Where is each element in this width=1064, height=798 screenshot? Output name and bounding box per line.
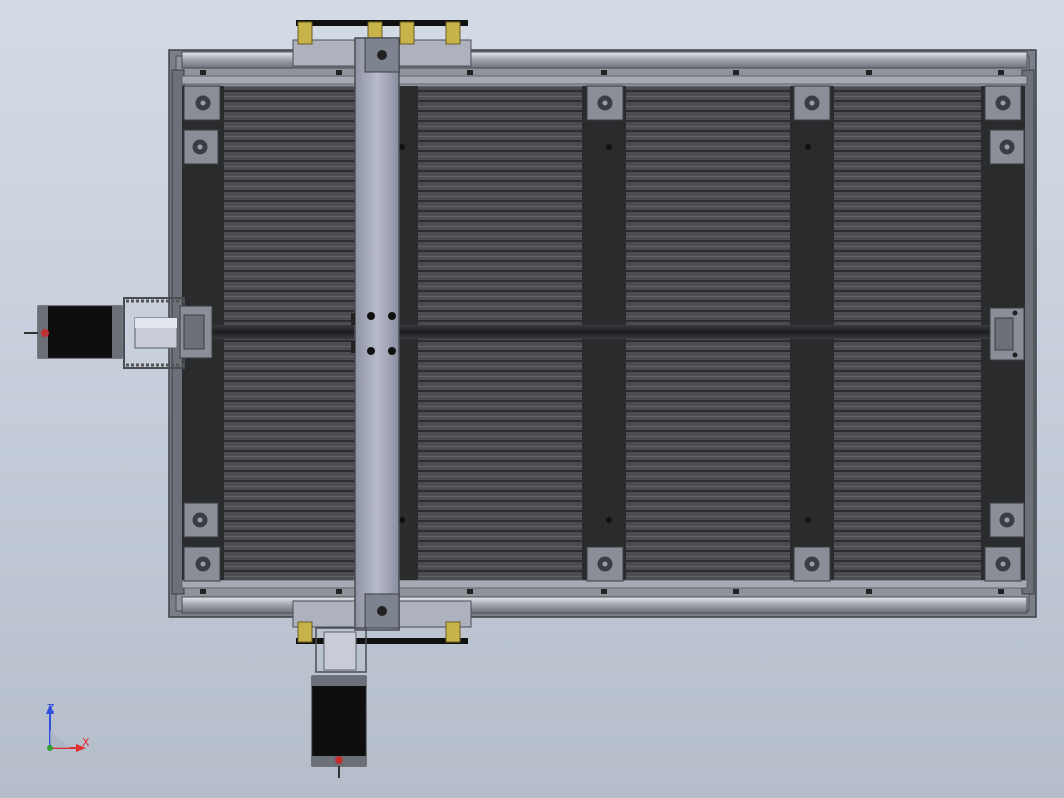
triad-x-label: X: [82, 736, 90, 749]
x-stepper-motor: [37, 305, 123, 359]
y-stepper-motor: [311, 675, 367, 767]
coordinate-triad-icon: Z X: [46, 702, 90, 752]
x-motor-assembly: [24, 297, 213, 369]
gantry-beam: [354, 37, 400, 631]
triad-z-label: Z: [47, 702, 55, 715]
cad-viewport[interactable]: Z X: [0, 0, 1064, 798]
y-motor-assembly: [311, 627, 367, 778]
